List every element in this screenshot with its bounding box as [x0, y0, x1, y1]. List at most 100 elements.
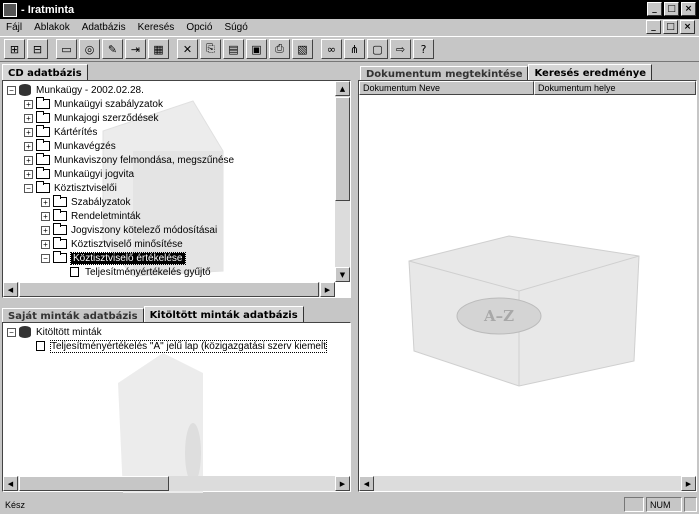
tree-item[interactable]: + Jogviszony kötelező módosításai: [41, 223, 217, 237]
collapse-icon[interactable]: −: [24, 183, 33, 193]
expand-icon[interactable]: +: [24, 141, 33, 151]
results-horizontal-scrollbar[interactable]: ◀ ▶: [359, 476, 696, 491]
expand-icon[interactable]: +: [41, 225, 50, 235]
expand-icon[interactable]: +: [41, 197, 50, 207]
expand-icon[interactable]: +: [24, 99, 33, 109]
toolbar-button[interactable]: ∞: [321, 39, 342, 59]
tree-item[interactable]: − Köztisztviselői: [24, 181, 117, 195]
column-document-name[interactable]: Dokumentum Neve: [359, 81, 534, 95]
tree-item-label: Kitöltött minták: [36, 326, 102, 338]
toolbar-button[interactable]: ◎: [79, 39, 100, 59]
filled-samples-panel: − Kitöltött minták Teljesítményértékelés "…: [2, 322, 351, 493]
scroll-right-icon[interactable]: ▶: [320, 282, 335, 297]
toolbar-button[interactable]: ⎘: [200, 39, 221, 59]
minimize-button[interactable]: _: [647, 2, 662, 16]
tree-item-label: Munkaügyi jogvita: [54, 168, 135, 180]
tree-item[interactable]: Teljesítményértékelés "A" jelű lap (közi…: [24, 339, 327, 353]
expand-icon[interactable]: +: [41, 239, 50, 249]
toolbar-button[interactable]: ▧: [292, 39, 313, 59]
tree-item-label: Teljesítményértékelés kiegészítő adatok: [85, 281, 262, 282]
print-icon: ⎙: [275, 42, 284, 55]
collapse-icon[interactable]: −: [7, 327, 16, 337]
scroll-thumb[interactable]: [19, 282, 319, 297]
tree-item[interactable]: − Munkaügy - 2002.02.28.: [7, 83, 144, 97]
folder-icon: [36, 139, 50, 151]
scroll-thumb[interactable]: [19, 476, 169, 491]
binoculars-icon: ∞: [326, 42, 337, 56]
menu-search[interactable]: Keresés: [132, 22, 181, 33]
expand-icon[interactable]: +: [24, 169, 33, 179]
toolbar-button[interactable]: ✕: [177, 39, 198, 59]
window-title: - Iratminta: [21, 3, 75, 16]
edit-icon: ✎: [107, 42, 118, 56]
expand-icon[interactable]: +: [41, 211, 50, 221]
tree-item[interactable]: Teljesítményértékelés gyűjtő: [58, 265, 211, 279]
menu-database[interactable]: Adatbázis: [76, 22, 132, 33]
folder-icon: [36, 167, 50, 179]
tree-item-label: Rendeletminták: [71, 210, 141, 222]
tree-item-label: Köztisztviselő értékelése: [70, 251, 186, 265]
toolbar-button[interactable]: ▣: [246, 39, 267, 59]
tree-item[interactable]: + Munkavégzés: [24, 139, 116, 153]
close-button[interactable]: ×: [681, 2, 696, 16]
toolbar-button[interactable]: ▦: [148, 39, 169, 59]
scroll-left-icon[interactable]: ◀: [359, 476, 374, 491]
scroll-right-icon[interactable]: ▶: [335, 476, 350, 491]
folder-icon: [36, 125, 50, 137]
samples-horizontal-scrollbar[interactable]: ◀ ▶: [3, 476, 350, 491]
mdi-minimize-button[interactable]: _: [646, 20, 661, 34]
cd-vertical-scrollbar[interactable]: ▲ ▼: [335, 81, 350, 282]
menu-windows[interactable]: Ablakok: [28, 22, 76, 33]
status-indicator-1: [624, 497, 644, 512]
mdi-restore-button[interactable]: □: [663, 20, 678, 34]
tree-item[interactable]: + Munkajogi szerződések: [24, 111, 159, 125]
mdi-close-button[interactable]: ×: [680, 20, 695, 34]
collapse-icon[interactable]: −: [7, 85, 16, 95]
toolbar-button[interactable]: ⊟: [27, 39, 48, 59]
column-document-location[interactable]: Dokumentum helye: [534, 81, 696, 95]
scroll-thumb[interactable]: [335, 97, 350, 201]
toolbar-button[interactable]: ▢: [367, 39, 388, 59]
tree-item[interactable]: Teljesítményértékelés kiegészítő adatok: [58, 279, 262, 282]
menu-options[interactable]: Opció: [180, 22, 218, 33]
tree-item[interactable]: + Munkaügyi szabályzatok: [24, 97, 163, 111]
tree-item[interactable]: − Köztisztviselő értékelése: [41, 251, 186, 265]
scroll-up-icon[interactable]: ▲: [335, 81, 350, 96]
scroll-left-icon[interactable]: ◀: [3, 476, 18, 491]
tree-item[interactable]: + Kártérítés: [24, 125, 97, 139]
toolbar-button[interactable]: ⎙: [269, 39, 290, 59]
toolbar-button[interactable]: ⋔: [344, 39, 365, 59]
expand-icon[interactable]: +: [24, 127, 33, 137]
menu-help[interactable]: Súgó: [218, 22, 253, 33]
find-icon: ◎: [84, 42, 95, 56]
toolbar-button[interactable]: ⇥: [125, 39, 146, 59]
toolbar-button[interactable]: ▤: [223, 39, 244, 59]
status-indicator-3: [684, 497, 697, 512]
toolbar-button[interactable]: ?: [413, 39, 434, 59]
tree-item-label: Szabályzatok: [71, 196, 131, 208]
cd-horizontal-scrollbar[interactable]: ◀ ▶: [3, 282, 335, 297]
window-icon: ▢: [372, 42, 383, 56]
tree-item[interactable]: − Kitöltött minták: [7, 325, 102, 339]
num-lock-indicator: NUM: [646, 497, 682, 512]
toolbar-button[interactable]: ⇨: [390, 39, 411, 59]
tree-item[interactable]: + Rendeletminták: [41, 209, 140, 223]
menu-file[interactable]: Fájl: [0, 22, 28, 33]
tree-item[interactable]: + Köztisztviselő minősítése: [41, 237, 183, 251]
scroll-left-icon[interactable]: ◀: [3, 282, 18, 297]
toolbar-button[interactable]: ⊞: [4, 39, 25, 59]
collapse-icon[interactable]: −: [41, 253, 50, 263]
tree-item[interactable]: + Szabályzatok: [41, 195, 130, 209]
maximize-button[interactable]: □: [664, 2, 679, 16]
scroll-down-icon[interactable]: ▼: [335, 267, 350, 282]
scroll-right-icon[interactable]: ▶: [681, 476, 696, 491]
toolbar-button[interactable]: ▭: [56, 39, 77, 59]
app-icon[interactable]: [3, 2, 17, 17]
tree-item-label: Munkaügyi szabályzatok: [54, 98, 163, 110]
toolbar-button[interactable]: ✎: [102, 39, 123, 59]
tree-item[interactable]: + Munkaügyi jogvita: [24, 167, 134, 181]
expand-icon[interactable]: +: [24, 155, 33, 165]
tree-item[interactable]: + Munkaviszony felmondása, megszűnése: [24, 153, 234, 167]
expand-icon[interactable]: +: [24, 113, 33, 123]
cut-icon: ✕: [182, 42, 193, 56]
